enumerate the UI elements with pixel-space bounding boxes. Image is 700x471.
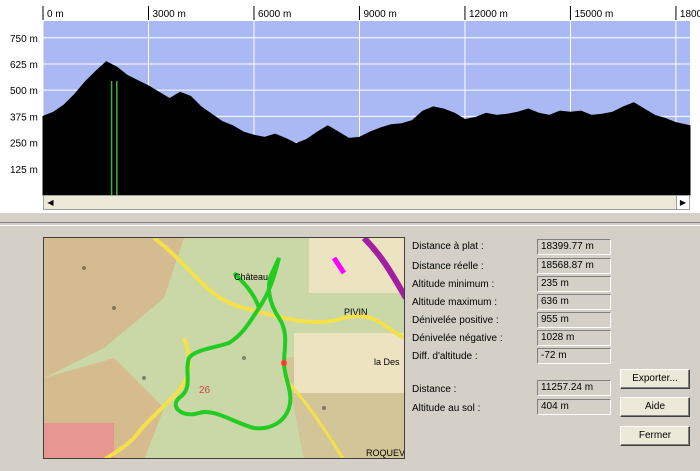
elevation-chart[interactable]: 0 m 3000 m 6000 m 9000 m 12000 m 15000 m 18000… (0, 0, 700, 213)
stat-label-real-distance: Distance réelle : (412, 261, 484, 272)
stat-label-max-altitude: Altitude maximum : (412, 297, 498, 308)
scroll-right-arrow-icon[interactable]: ▶ (676, 196, 689, 209)
y-tick-label: 250 m (10, 139, 38, 150)
y-tick-label: 500 m (10, 86, 38, 97)
x-tick-label: 9000 m (363, 9, 396, 20)
cursor-label-distance: Distance : (412, 384, 457, 395)
y-axis-ticks: 750 m 625 m 500 m 375 m 250 m 125 m (10, 34, 38, 176)
scroll-left-arrow-icon[interactable]: ◀ (44, 196, 57, 209)
chart-horizontal-scrollbar[interactable]: ◀ ▶ (43, 195, 690, 210)
elevation-chart-panel[interactable]: 0 m 3000 m 6000 m 9000 m 12000 m 15000 m 18000… (0, 0, 700, 213)
x-axis-ticks: 0 m 3000 m 6000 m 9000 m 12000 m 15000 m 18000… (42, 6, 700, 20)
cursor-label-ground-altitude: Altitude au sol : (412, 403, 481, 414)
panel-splitter[interactable] (0, 222, 700, 226)
stat-value-negative-gain: 1028 m (537, 330, 611, 346)
map-label-number: 26 (199, 385, 211, 396)
help-button[interactable]: Aide (620, 397, 690, 417)
y-tick-label: 750 m (10, 34, 38, 45)
export-button[interactable]: Exporter... (620, 369, 690, 389)
map-label-lades: la Des (374, 357, 400, 367)
stat-value-max-altitude: 636 m (537, 294, 611, 310)
stat-label-flat-distance: Distance à plat : (412, 241, 484, 252)
map-label-piv: PIVIN (344, 307, 368, 317)
x-tick-label: 6000 m (258, 9, 291, 20)
x-tick-label: 0 m (47, 9, 64, 20)
route-map[interactable]: Château PIVIN la Des 26 ROQUEV (43, 237, 405, 459)
map-label-roque: ROQUEV (366, 448, 405, 458)
cursor-value-ground-altitude: 404 m (537, 399, 611, 415)
stat-value-positive-gain: 955 m (537, 312, 611, 328)
stat-value-altitude-diff: -72 m (537, 348, 611, 364)
x-tick-label: 12000 m (469, 9, 508, 20)
stat-label-min-altitude: Altitude minimum : (412, 279, 495, 290)
x-tick-label: 3000 m (152, 9, 185, 20)
map-label-chateau: Château (234, 272, 268, 282)
x-tick-label: 15000 m (574, 9, 613, 20)
y-tick-label: 125 m (10, 165, 38, 176)
stat-label-negative-gain: Dénivelée négative : (412, 333, 503, 344)
y-tick-label: 375 m (10, 112, 38, 123)
map-image: Château PIVIN la Des 26 ROQUEV (44, 238, 405, 458)
stat-label-positive-gain: Dénivelée positive : (412, 315, 499, 326)
urban-area (44, 423, 114, 458)
stat-value-min-altitude: 235 m (537, 276, 611, 292)
stat-value-real-distance: 18568.87 m (537, 258, 611, 274)
y-tick-label: 625 m (10, 60, 38, 71)
stat-value-flat-distance: 18399.77 m (537, 239, 611, 255)
stat-label-altitude-diff: Diff. d'altitude : (412, 351, 478, 362)
cursor-value-distance: 11257.24 m (537, 380, 611, 396)
x-tick-label: 18000 m (680, 9, 700, 20)
close-button[interactable]: Fermer (620, 426, 690, 446)
